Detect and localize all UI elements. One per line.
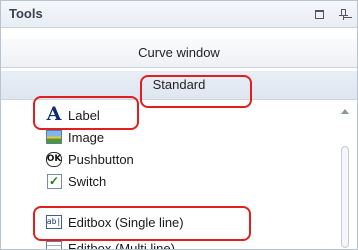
panel-title: Tools [9,6,43,21]
panel-title-bar: Tools [1,1,357,28]
highlight-label [33,96,139,130]
tools-panel: Tools Curve window Standard A Label Imag… [0,0,358,250]
tool-item-editbox-multi-text: Editbox (Multi line) [68,240,175,250]
list-scrollbar[interactable] [336,104,353,249]
float-window-icon[interactable] [312,7,326,21]
pushbutton-icon-glyph: OK [45,151,63,167]
scroll-up-icon[interactable] [341,109,349,114]
tool-item-switch[interactable]: ✓ Switch [46,170,106,192]
switch-icon: ✓ [46,173,62,189]
scroll-thumb[interactable] [341,146,349,248]
section-curve-window-label: Curve window [138,45,220,60]
image-icon [46,129,62,145]
tool-item-switch-text: Switch [68,173,107,189]
pin-icon[interactable] [336,7,350,21]
tool-item-image-text: Image [68,129,105,145]
highlight-editbox-single [33,206,251,241]
editbox-multi-icon [46,240,62,249]
tool-item-pushbutton[interactable]: OK Pushbutton [45,148,134,170]
pushbutton-icon: OK [45,151,63,167]
switch-icon-glyph: ✓ [46,173,62,189]
highlight-standard [140,75,252,108]
tool-item-pushbutton-text: Pushbutton [68,151,134,167]
section-curve-window[interactable]: Curve window [1,39,357,68]
